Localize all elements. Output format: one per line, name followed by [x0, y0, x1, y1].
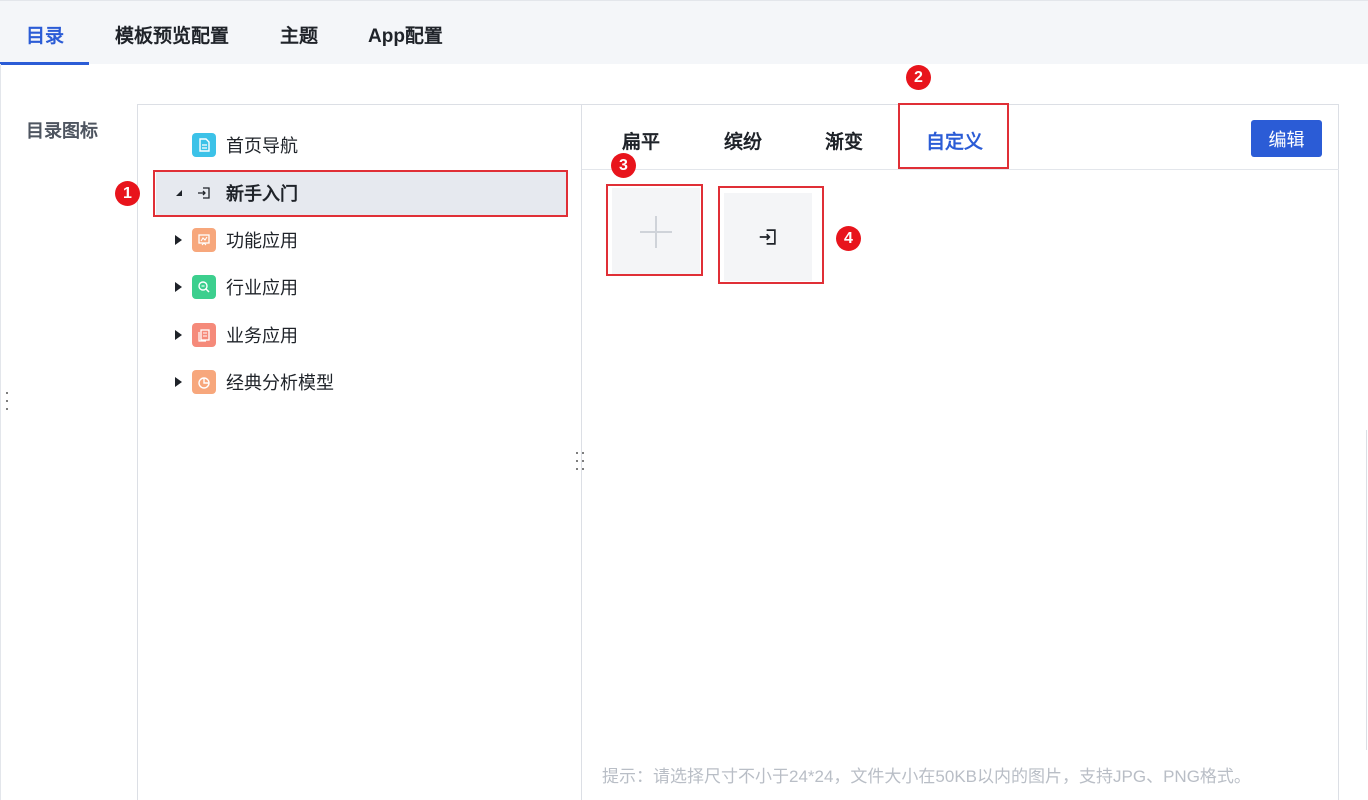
tree-item-classic-model[interactable]: 经典分析模型 [156, 360, 566, 404]
tree-item-label: 新手入门 [226, 184, 298, 204]
tree-item-getting-started[interactable]: 新手入门 [156, 171, 566, 215]
annotation-badge-3: 3 [611, 153, 636, 178]
left-border [0, 64, 1, 800]
tree-item-label: 经典分析模型 [226, 373, 334, 393]
edit-button[interactable]: 编辑 [1251, 120, 1322, 157]
enter-icon [192, 181, 216, 205]
panel-resize-handle[interactable] [575, 451, 585, 473]
tree-item-label: 首页导航 [226, 136, 298, 156]
annotation-badge-2: 2 [906, 65, 931, 90]
tab-flat[interactable]: 扁平 [622, 127, 660, 154]
plus-icon [640, 216, 672, 248]
tab-gradient[interactable]: 渐变 [825, 127, 863, 154]
icon-config-panel: 首页导航 新手入门 功能应用 行业应用 业务应用 经典分析模型 扁平 缤纷 渐变… [137, 104, 1339, 800]
pie-chart-icon [192, 370, 216, 394]
section-label: 目录图标 [26, 121, 98, 141]
caret-right-icon[interactable] [172, 328, 186, 342]
caret-down-icon[interactable] [172, 186, 186, 200]
tree-item-industry-app[interactable]: 行业应用 [156, 265, 566, 309]
annotation-badge-1: 1 [115, 181, 140, 206]
tab-custom[interactable]: 自定义 [926, 127, 983, 154]
tab-template-preview[interactable]: 模板预览配置 [115, 21, 229, 48]
document-icon [192, 133, 216, 157]
annotation-badge-4: 4 [836, 226, 861, 251]
left-drag-handle[interactable] [5, 390, 9, 414]
top-tab-bar: 目录 模板预览配置 主题 App配置 [0, 0, 1368, 65]
right-border [1366, 430, 1367, 750]
caret-right-icon[interactable] [172, 233, 186, 247]
caret-right-icon[interactable] [172, 280, 186, 294]
upload-hint: 提示：请选择尺寸不小于24*24，文件大小在50KB以内的图片，支持JPG、PN… [602, 767, 1251, 786]
files-icon [192, 323, 216, 347]
tabs-divider [582, 169, 1339, 170]
tab-theme[interactable]: 主题 [280, 21, 318, 48]
custom-icon-tile[interactable] [724, 193, 812, 281]
tree-item-home-nav[interactable]: 首页导航 [156, 123, 566, 167]
presentation-icon [192, 228, 216, 252]
tree-item-label: 业务应用 [226, 326, 298, 346]
search-icon [192, 275, 216, 299]
tree-item-label: 功能应用 [226, 231, 298, 251]
tab-catalog[interactable]: 目录 [26, 21, 64, 48]
tab-colorful[interactable]: 缤纷 [724, 127, 762, 154]
tab-app-config[interactable]: App配置 [368, 21, 443, 48]
tree-item-label: 行业应用 [226, 278, 298, 298]
tree-item-business-app[interactable]: 业务应用 [156, 313, 566, 357]
active-tab-indicator [0, 62, 89, 65]
enter-icon [759, 229, 776, 245]
tree-item-function-app[interactable]: 功能应用 [156, 218, 566, 262]
add-icon-tile[interactable] [612, 188, 700, 276]
caret-right-icon[interactable] [172, 375, 186, 389]
